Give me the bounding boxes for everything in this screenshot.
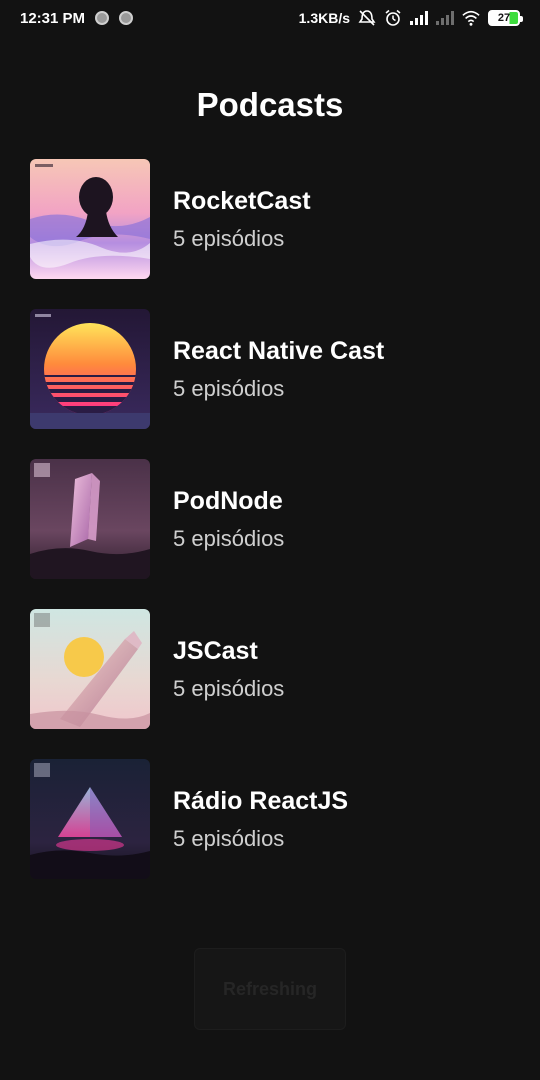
podcast-item-rocketcast[interactable]: RocketCast 5 episódios <box>30 159 510 279</box>
status-left: 12:31 PM <box>20 9 134 27</box>
notification-dot-icon <box>95 11 110 25</box>
alarm-icon <box>384 9 402 27</box>
podcast-item-react-native-cast[interactable]: React Native Cast 5 episódios <box>30 309 510 429</box>
signal-icon <box>410 11 428 25</box>
refreshing-button[interactable]: Refreshing <box>194 948 346 1030</box>
podcast-title: PodNode <box>173 486 283 515</box>
podcast-title: JSCast <box>173 636 258 665</box>
podcast-info: RocketCast 5 episódios <box>173 186 311 252</box>
episode-count: 5 episódios <box>173 525 285 551</box>
podcast-info: React Native Cast 5 episódios <box>173 336 384 402</box>
podcast-title: React Native Cast <box>173 336 385 365</box>
status-right: 1.3KB/s 27 <box>298 9 523 27</box>
episode-count: 5 episódios <box>173 825 285 851</box>
podcast-cover-image <box>30 459 150 579</box>
network-speed: 1.3KB/s <box>298 10 350 26</box>
signal-weak-icon <box>436 11 454 25</box>
status-bar: 12:31 PM 1.3KB/s 27 <box>0 0 540 36</box>
podcast-cover-image <box>30 309 150 429</box>
notification-dot-icon <box>119 11 134 25</box>
page-title: Podcasts <box>196 86 344 123</box>
podcast-item-podnode[interactable]: PodNode 5 episódios <box>30 459 510 579</box>
podcast-cover-image <box>30 159 150 279</box>
alarm-off-icon <box>358 9 376 27</box>
episode-count: 5 episódios <box>173 225 285 251</box>
podcast-info: JSCast 5 episódios <box>173 636 284 702</box>
wifi-icon <box>462 9 480 27</box>
battery-icon: 27 <box>488 10 523 26</box>
podcast-cover-image <box>30 759 150 879</box>
episode-count: 5 episódios <box>173 675 285 701</box>
podcast-item-radio-reactjs[interactable]: Rádio ReactJS 5 episódios <box>30 759 510 879</box>
podcast-item-jscast[interactable]: JSCast 5 episódios <box>30 609 510 729</box>
podcast-cover-image <box>30 609 150 729</box>
episode-count: 5 episódios <box>173 375 285 401</box>
podcast-list: RocketCast 5 episódios React Native Cast… <box>30 159 510 909</box>
podcast-title: RocketCast <box>173 186 311 215</box>
podcast-title: Rádio ReactJS <box>173 786 349 815</box>
podcast-info: Rádio ReactJS 5 episódios <box>173 786 348 852</box>
status-time: 12:31 PM <box>20 9 86 27</box>
podcast-info: PodNode 5 episódios <box>173 486 284 552</box>
